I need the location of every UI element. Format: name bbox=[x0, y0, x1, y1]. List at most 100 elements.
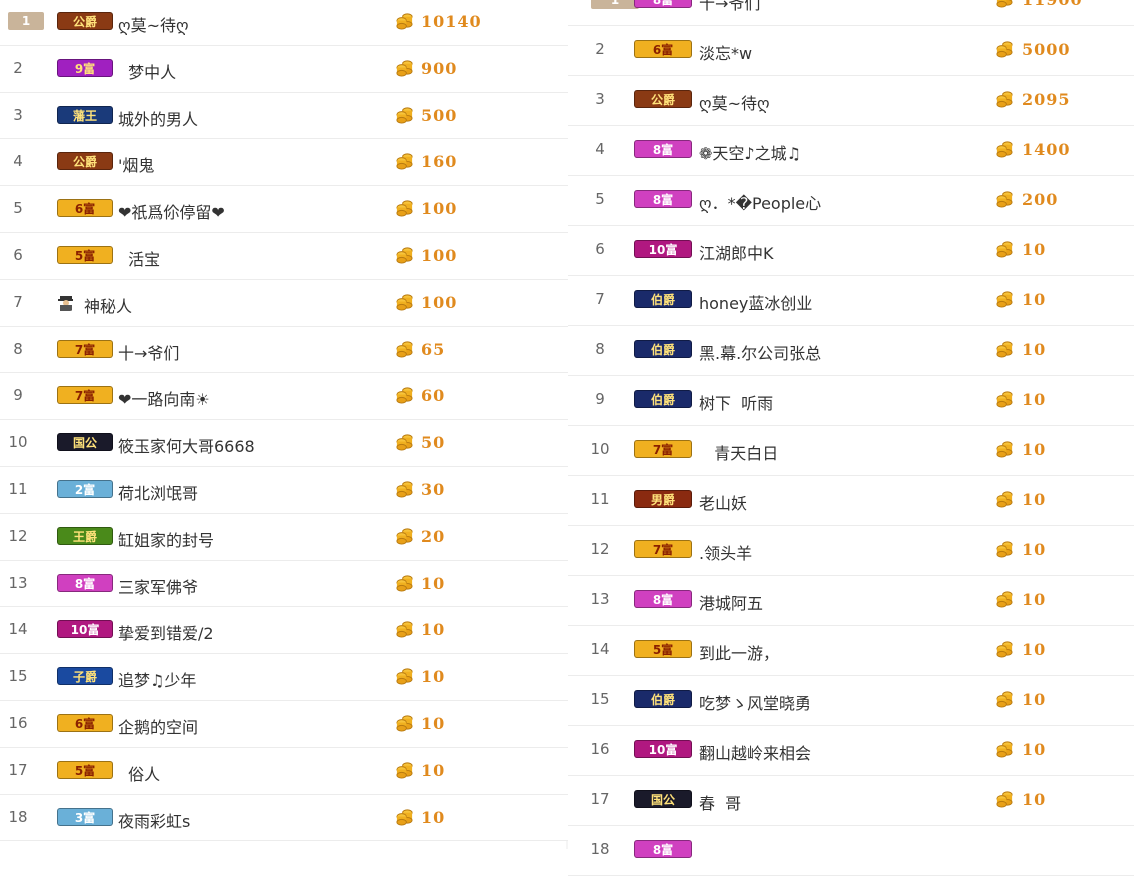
coin-amount: 10 bbox=[1022, 590, 1047, 609]
player-name[interactable]: 企鹅的空间 bbox=[118, 714, 198, 738]
leaderboard-row[interactable]: 12 王爵 缸姐家的封号 20 bbox=[0, 514, 568, 561]
rank-number: 12 bbox=[590, 540, 610, 558]
coin-amount: 10 bbox=[1022, 540, 1047, 559]
player-name[interactable]: 三家军佛爷 bbox=[118, 574, 198, 598]
player-name[interactable]: 筱玉家何大哥6668 bbox=[118, 433, 255, 457]
leaderboard-row[interactable]: 11 2富 荷北浏氓哥 30 bbox=[0, 467, 568, 514]
player-name[interactable]: 吃梦ゝ风堂晓勇 bbox=[699, 690, 811, 714]
leaderboard-row[interactable]: 1 公爵 ღ莫~待ღ 10140 bbox=[0, 0, 568, 46]
leaderboard-row[interactable]: 17 5富 俗人 10 bbox=[0, 748, 568, 795]
player-name[interactable]: 神秘人 bbox=[84, 293, 132, 317]
player-name[interactable]: 十→爷们 bbox=[699, 0, 760, 14]
leaderboard-row[interactable]: 16 10富 翻山越岭来相会 10 bbox=[568, 726, 1134, 776]
rank-number: 14 bbox=[590, 640, 610, 658]
leaderboard-row[interactable]: 2 9富 梦中人 900 bbox=[0, 46, 568, 93]
player-name[interactable]: 青天白日 bbox=[699, 440, 778, 464]
coin-amount: 65 bbox=[421, 339, 446, 359]
player-name[interactable]: 十→爷们 bbox=[118, 340, 179, 364]
player-name[interactable]: 黑.幕.尔公司张总 bbox=[699, 340, 821, 364]
leaderboard-row[interactable]: 12 7富 .领头羊 10 bbox=[568, 526, 1134, 576]
leaderboard-row[interactable]: 17 国公春 哥 10 bbox=[568, 776, 1134, 826]
leaderboard-row[interactable]: 10 国公 筱玉家何大哥6668 50 bbox=[0, 420, 568, 467]
player-name[interactable]: ❤一路向南☀ bbox=[118, 386, 210, 410]
leaderboard-row[interactable]: 5 8富 ღ．*�People心 200 bbox=[568, 176, 1134, 226]
rank-number: 2 bbox=[13, 58, 23, 77]
coin-amount: 100 bbox=[421, 245, 458, 265]
gold-coins-icon bbox=[395, 385, 414, 404]
title-badge: 藩王 bbox=[57, 105, 113, 124]
player-name[interactable]: 荷北浏氓哥 bbox=[118, 480, 198, 504]
coin-amount: 20 bbox=[421, 526, 446, 546]
leaderboard-row[interactable]: 6 10富 江湖郎中K 10 bbox=[568, 226, 1134, 276]
rank-number: 1 bbox=[591, 0, 639, 9]
leaderboard-row[interactable]: 18 8富 bbox=[568, 826, 1134, 876]
player-name[interactable]: 挚爱到错爱/2 bbox=[118, 620, 214, 644]
coin-amount: 10 bbox=[421, 573, 446, 593]
leaderboard-row[interactable]: 11 男爵 老山妖 10 bbox=[568, 476, 1134, 526]
player-name[interactable]: 树下 听雨 bbox=[699, 390, 773, 414]
leaderboard-row[interactable]: 13 8富 港城阿五 10 bbox=[568, 576, 1134, 626]
player-name[interactable]: 老山妖 bbox=[699, 490, 747, 514]
rank-number: 5 bbox=[595, 190, 605, 208]
leaderboard-row[interactable]: 18富十→爷们 11900 bbox=[568, 0, 1134, 26]
leaderboard-row[interactable]: 6 5富 活宝 100 bbox=[0, 233, 568, 280]
leaderboard-row[interactable]: 5 6富 ❤祇爲伱停留❤ 100 bbox=[0, 186, 568, 233]
leaderboard-row[interactable]: 4 公爵 '烟鬼 160 bbox=[0, 139, 568, 187]
rank-number: 6 bbox=[595, 240, 605, 258]
player-name[interactable]: honey蓝冰创业 bbox=[699, 290, 812, 314]
rank-number: 16 bbox=[590, 740, 610, 758]
title-badge: 10富 bbox=[57, 620, 113, 639]
gold-coins-icon bbox=[995, 389, 1014, 408]
player-name[interactable]: 梦中人 bbox=[118, 59, 176, 83]
rank-number: 13 bbox=[8, 573, 28, 592]
leaderboard-row[interactable]: 8 伯爵 黑.幕.尔公司张总 10 bbox=[568, 326, 1134, 376]
player-name[interactable]: 追梦♫少年 bbox=[118, 667, 196, 691]
leaderboard-row[interactable]: 14 10富 挚爱到错爱/2 10 bbox=[0, 607, 568, 655]
leaderboard-row[interactable]: 3 藩王 城外的男人 500 bbox=[0, 93, 568, 140]
leaderboard-row[interactable]: 8 7富 十→爷们 65 bbox=[0, 327, 568, 374]
player-name[interactable]: 淡忘*w bbox=[699, 40, 752, 64]
rank-number: 8 bbox=[595, 340, 605, 358]
rank-number: 18 bbox=[590, 840, 610, 858]
player-name[interactable]: 港城阿五 bbox=[699, 590, 763, 614]
player-name[interactable]: ❁天空♪之城♫ bbox=[699, 140, 801, 164]
leaderboard-row[interactable]: 3 公爵 ღ莫~待ღ 2095 bbox=[568, 76, 1134, 126]
leaderboard-row[interactable]: 15 伯爵 吃梦ゝ风堂晓勇 10 bbox=[568, 676, 1134, 726]
player-name[interactable]: ღ莫~待ღ bbox=[699, 90, 770, 114]
rank-number: 3 bbox=[13, 105, 23, 124]
player-name[interactable]: 春 哥 bbox=[699, 790, 741, 814]
rank-number: 14 bbox=[8, 620, 28, 639]
leaderboard-row[interactable]: 7 神秘人 100 bbox=[0, 280, 568, 327]
player-name[interactable]: 俗人 bbox=[118, 761, 160, 785]
leaderboard-row[interactable]: 2 6富 淡忘*w 5000 bbox=[568, 26, 1134, 76]
leaderboard-row[interactable]: 15 子爵 追梦♫少年 10 bbox=[0, 654, 568, 701]
rank-number: 15 bbox=[8, 667, 28, 686]
leaderboard-row[interactable]: 9 伯爵 树下 听雨 10 bbox=[568, 376, 1134, 426]
coin-amount: 30 bbox=[421, 479, 446, 499]
coin-amount: 10 bbox=[1022, 790, 1047, 809]
rank-number: 13 bbox=[590, 590, 610, 608]
leaderboard-row[interactable]: 7 伯爵 honey蓝冰创业 10 bbox=[568, 276, 1134, 326]
leaderboard-row[interactable]: 10 7富 青天白日 10 bbox=[568, 426, 1134, 476]
player-name[interactable]: .领头羊 bbox=[699, 540, 752, 564]
title-badge: 公爵 bbox=[57, 152, 113, 171]
leaderboard-row[interactable]: 14 5富 到此一游， 10 bbox=[568, 626, 1134, 676]
player-name[interactable]: 到此一游， bbox=[699, 640, 779, 664]
player-name[interactable]: ღ．*�People心 bbox=[699, 190, 821, 214]
gold-coins-icon bbox=[995, 789, 1014, 808]
player-name[interactable]: 缸姐家的封号 bbox=[118, 527, 214, 551]
rank-number: 18 bbox=[8, 807, 28, 826]
player-name[interactable]: 城外的男人 bbox=[118, 106, 198, 130]
leaderboard-row[interactable]: 13 8富 三家军佛爷 10 bbox=[0, 561, 568, 608]
player-name[interactable]: 翻山越岭来相会 bbox=[699, 740, 811, 764]
player-name[interactable]: ღ莫~待ღ bbox=[118, 12, 189, 36]
leaderboard-row[interactable]: 18 3富 夜雨彩虹s 10 bbox=[0, 795, 568, 842]
leaderboard-row[interactable]: 4 8富 ❁天空♪之城♫ 1400 bbox=[568, 126, 1134, 176]
player-name[interactable]: ❤祇爲伱停留❤ bbox=[118, 199, 225, 223]
leaderboard-row[interactable]: 16 6富 企鹅的空间 10 bbox=[0, 701, 568, 748]
player-name[interactable]: '烟鬼 bbox=[118, 152, 154, 176]
leaderboard-row[interactable]: 9 7富 ❤一路向南☀ 60 bbox=[0, 373, 568, 421]
player-name[interactable]: 江湖郎中K bbox=[699, 240, 774, 264]
player-name[interactable]: 夜雨彩虹s bbox=[118, 808, 190, 832]
player-name[interactable]: 活宝 bbox=[118, 246, 160, 270]
